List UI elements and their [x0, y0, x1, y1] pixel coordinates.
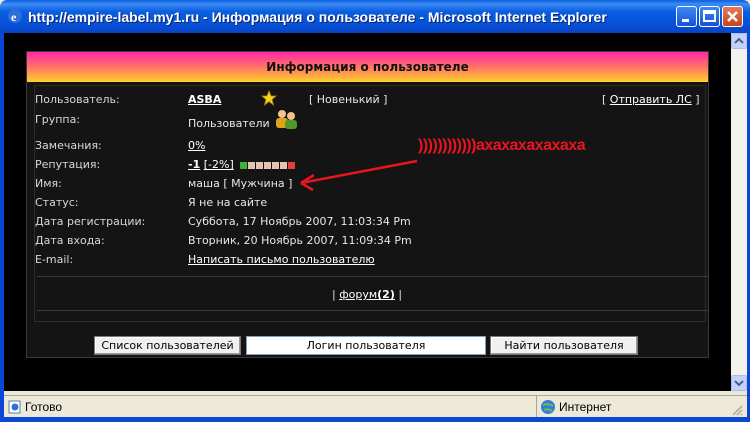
close-icon: [727, 11, 738, 22]
scroll-up-button[interactable]: [731, 33, 747, 49]
status-divider: [536, 396, 537, 418]
page-content: Информация о пользователе Пользователь: …: [4, 33, 731, 391]
svg-text:e: e: [11, 10, 17, 24]
minimize-button[interactable]: [676, 6, 697, 27]
status-bar: Готово Интернет: [4, 395, 747, 418]
close-button[interactable]: [722, 6, 743, 27]
resize-grip-icon[interactable]: [731, 404, 743, 416]
minimize-icon: [682, 19, 689, 22]
scroll-down-button[interactable]: [731, 375, 747, 391]
vertical-scrollbar[interactable]: [731, 33, 747, 391]
scroll-down-icon: [734, 380, 744, 387]
internet-explorer-icon: e: [8, 9, 22, 24]
title-bar[interactable]: e http://empire-label.my1.ru - Информаци…: [0, 0, 750, 33]
scroll-up-icon: [734, 37, 744, 44]
browser-window: e http://empire-label.my1.ru - Информаци…: [0, 0, 750, 422]
annotation-arrow-icon: [300, 159, 418, 192]
internet-zone-icon: [541, 400, 555, 414]
maximize-button[interactable]: [699, 6, 720, 27]
status-text: Готово: [25, 400, 63, 414]
zone-text: Интернет: [559, 400, 612, 414]
window-frame-bottom: [0, 417, 750, 422]
window-title: http://empire-label.my1.ru - Информация …: [28, 9, 607, 25]
maximize-icon: [703, 10, 716, 22]
page-icon: [8, 400, 21, 414]
